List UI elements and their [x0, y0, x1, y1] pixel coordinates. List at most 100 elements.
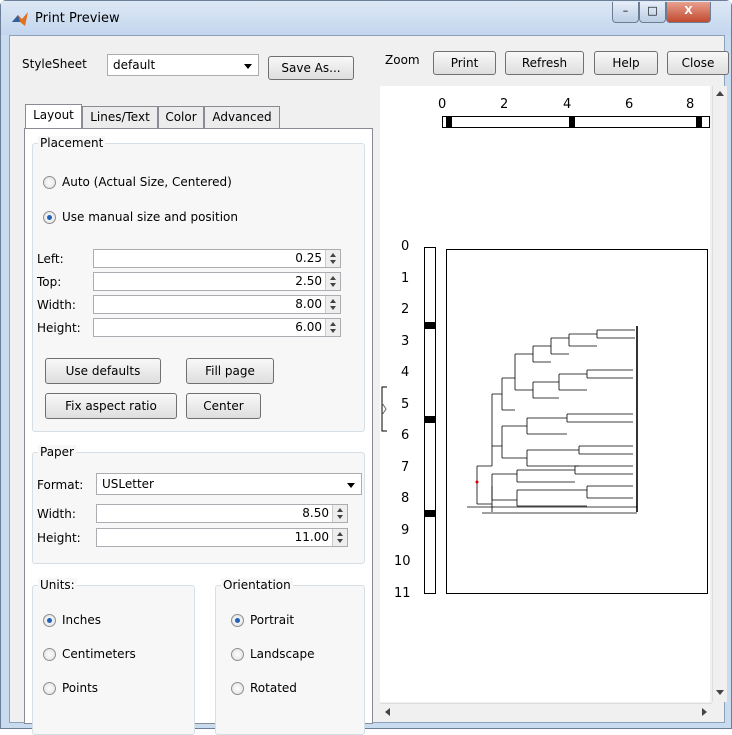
- ruler-label: 2: [401, 302, 410, 317]
- tab-lines-text[interactable]: Lines/Text: [82, 106, 158, 128]
- paper-width-field[interactable]: 8.50: [96, 504, 348, 523]
- ruler-label: 9: [401, 523, 410, 538]
- top-label: Top:: [37, 275, 62, 289]
- left-field[interactable]: 0.25: [93, 249, 341, 268]
- paper-title: Paper: [38, 445, 76, 459]
- units-group: Units: Inches Centimeters Points: [32, 578, 195, 735]
- ruler-label: 7: [401, 460, 410, 475]
- matlab-logo-icon: [12, 12, 28, 26]
- scroll-down-icon[interactable]: [716, 690, 724, 695]
- points-label: Points: [62, 681, 99, 695]
- ruler-label: 8: [401, 491, 410, 506]
- rotated-radio[interactable]: [231, 682, 244, 695]
- manual-label: Use manual size and position: [62, 210, 238, 224]
- left-label: Left:: [37, 252, 64, 266]
- save-as-button[interactable]: Save As...: [268, 56, 354, 80]
- spinner-icon[interactable]: [325, 250, 340, 267]
- ruler-label: 0: [438, 97, 447, 112]
- ruler-marker-middle[interactable]: [425, 416, 435, 423]
- height-field[interactable]: 6.00: [93, 318, 341, 337]
- stylesheet-value: default: [113, 58, 156, 72]
- ruler-label: 6: [401, 428, 410, 443]
- layout-panel: Placement Auto (Actual Size, Centered) U…: [24, 128, 373, 735]
- scroll-up-icon[interactable]: [716, 91, 724, 96]
- scroll-right-icon[interactable]: [702, 708, 707, 716]
- ruler-label: 1: [401, 271, 410, 286]
- tab-advanced[interactable]: Advanced: [204, 106, 280, 128]
- fix-aspect-ratio-button[interactable]: Fix aspect ratio: [45, 393, 177, 419]
- ruler-label: 6: [625, 97, 634, 112]
- orientation-group: Orientation Portrait Landscape Rotated: [215, 578, 365, 735]
- tab-layout[interactable]: Layout: [25, 104, 82, 128]
- orientation-title: Orientation: [221, 578, 293, 592]
- rotated-label: Rotated: [250, 681, 297, 695]
- ruler-margin-left[interactable]: [446, 117, 452, 127]
- horizontal-scrollbar[interactable]: [380, 703, 712, 720]
- use-defaults-button[interactable]: Use defaults: [45, 358, 161, 384]
- window-title: Print Preview: [35, 11, 120, 26]
- ruler-label: 4: [401, 365, 410, 380]
- zoom-label: Zoom: [385, 53, 420, 67]
- ruler-label: 11: [394, 586, 411, 601]
- chevron-down-icon: [244, 64, 252, 69]
- ruler-label: 3: [401, 334, 410, 349]
- scroll-left-icon[interactable]: [385, 708, 390, 716]
- ruler-label: 5: [401, 397, 410, 412]
- stylesheet-dropdown[interactable]: default: [107, 54, 259, 76]
- tab-color[interactable]: Color: [158, 106, 204, 128]
- help-button[interactable]: Help: [594, 51, 658, 75]
- window-close-button[interactable]: X: [666, 2, 711, 23]
- width-field[interactable]: 8.00: [93, 295, 341, 314]
- height-label: Height:: [37, 321, 81, 335]
- paper-page: [446, 249, 708, 594]
- ruler-label: 10: [394, 554, 411, 569]
- manual-radio[interactable]: [43, 211, 56, 224]
- spinner-icon[interactable]: [325, 319, 340, 336]
- ruler-label: 2: [500, 97, 509, 112]
- spinner-icon[interactable]: [332, 505, 347, 522]
- title-bar[interactable]: Print Preview – □ X: [1, 1, 731, 35]
- paper-height-field[interactable]: 11.00: [96, 528, 348, 547]
- portrait-radio[interactable]: [231, 614, 244, 627]
- center-button[interactable]: Center: [186, 393, 261, 419]
- spinner-icon[interactable]: [332, 529, 347, 546]
- vertical-ruler[interactable]: [424, 247, 436, 594]
- print-button[interactable]: Print: [433, 51, 496, 75]
- units-title: Units:: [38, 578, 77, 592]
- points-radio[interactable]: [43, 682, 56, 695]
- print-preview-canvas[interactable]: 0 2 4 6 8 0 1 2 3 4 5 6 7 8 9 10 11: [380, 86, 710, 702]
- fill-page-button[interactable]: Fill page: [186, 358, 274, 384]
- horizontal-ruler[interactable]: [442, 116, 710, 128]
- landscape-label: Landscape: [250, 647, 315, 661]
- paper-group: Paper Format: USLetter Width: 8.50 Heigh…: [32, 445, 365, 564]
- ruler-margin-top[interactable]: [425, 322, 435, 329]
- centimeters-label: Centimeters: [62, 647, 136, 661]
- placement-title: Placement: [38, 136, 106, 150]
- centimeters-radio[interactable]: [43, 648, 56, 661]
- close-button[interactable]: Close: [667, 51, 729, 75]
- vertical-scrollbar[interactable]: [712, 86, 727, 702]
- maximize-button[interactable]: □: [639, 2, 666, 23]
- minimize-button[interactable]: –: [612, 2, 639, 23]
- auto-radio[interactable]: [43, 176, 56, 189]
- ruler-margin-right[interactable]: [696, 117, 702, 127]
- ruler-marker-center[interactable]: [569, 117, 575, 127]
- landscape-radio[interactable]: [231, 648, 244, 661]
- placement-group: Placement Auto (Actual Size, Centered) U…: [32, 136, 365, 432]
- inches-radio[interactable]: [43, 614, 56, 627]
- top-field[interactable]: 2.50: [93, 272, 341, 291]
- auto-label: Auto (Actual Size, Centered): [62, 175, 232, 189]
- format-value: USLetter: [102, 477, 154, 491]
- spinner-icon[interactable]: [325, 296, 340, 313]
- stylesheet-label: StyleSheet: [22, 57, 87, 71]
- format-label: Format:: [37, 478, 84, 492]
- format-dropdown[interactable]: USLetter: [96, 473, 362, 495]
- panel-collapse-handle[interactable]: [380, 386, 388, 432]
- ruler-margin-bottom[interactable]: [425, 510, 435, 517]
- refresh-button[interactable]: Refresh: [505, 51, 584, 75]
- print-preview-window: Print Preview – □ X StyleSheet default S…: [0, 0, 732, 735]
- width-label: Width:: [37, 298, 76, 312]
- chevron-down-icon: [347, 483, 355, 488]
- dendrogram-figure: [467, 326, 638, 514]
- spinner-icon[interactable]: [325, 273, 340, 290]
